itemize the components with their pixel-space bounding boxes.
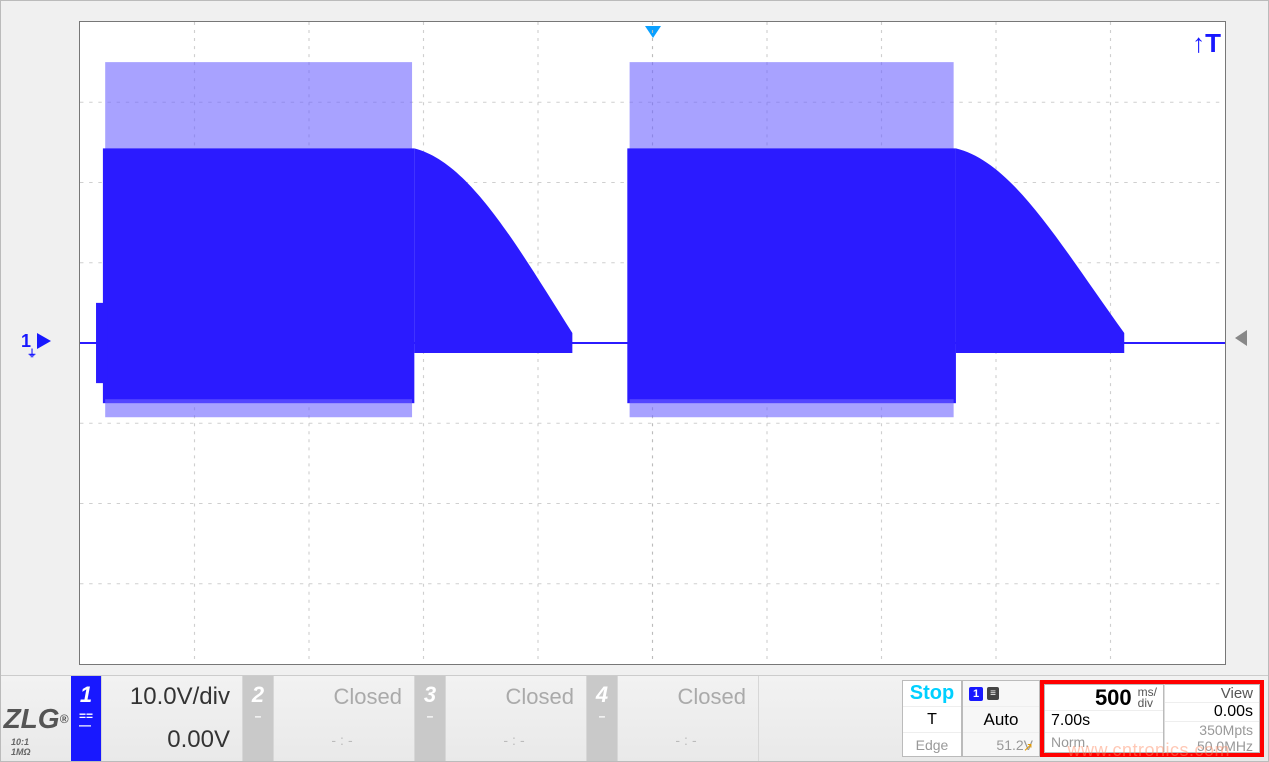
ch1-vdiv[interactable]: 10.0V/div <box>102 676 242 719</box>
decay2 <box>956 148 1124 353</box>
burst1-precursor <box>96 303 107 383</box>
ch4-settings[interactable]: Closed -:- <box>617 676 759 761</box>
run-state-box[interactable]: Stop T Edge <box>902 680 962 757</box>
trig-ch-chip: 1 <box>969 687 983 701</box>
timebase-unit: ms/div <box>1138 687 1157 709</box>
brand-logo: ZLG® 10:1 1MΩ <box>1 676 71 761</box>
sample-rate: 50.0MHz <box>1165 738 1259 754</box>
acquisition-panel: Stop T Edge 1 ≡ Auto 51.2V ↗ 500 ms/div <box>902 676 1268 761</box>
ch4-number: 4 <box>596 682 608 708</box>
ch3-dash-icon: – <box>427 712 434 721</box>
burst2-fringe <box>630 62 954 150</box>
trigger-level-marker-icon[interactable] <box>1235 330 1247 346</box>
burst1-fringe <box>105 62 412 150</box>
view-label: View <box>1165 685 1259 702</box>
ch3-settings[interactable]: Closed -:- <box>445 676 587 761</box>
burst1-body <box>103 148 414 403</box>
trig-src-label: T <box>903 706 961 732</box>
record-length: 7.00s <box>1045 710 1163 732</box>
ch2-status: Closed <box>274 676 414 719</box>
ch4-badge[interactable]: 4 – <box>587 676 617 761</box>
burst2-body <box>627 148 956 403</box>
view-delay: 0.00s <box>1165 702 1259 721</box>
highlight-annotation: 500 ms/div 7.00s Norm. View 0.00s 350Mpt… <box>1040 680 1264 757</box>
mem-depth: 350Mpts <box>1165 721 1259 738</box>
ch1-offset[interactable]: 0.00V <box>102 719 242 762</box>
timebase-rate: 500 <box>1095 685 1134 711</box>
trigger-mode-box[interactable]: 1 ≡ Auto 51.2V ↗ <box>962 680 1040 757</box>
trig-ch-chips: 1 ≡ <box>963 681 1039 706</box>
ch1-number: 1 <box>80 682 92 708</box>
ch4-status: Closed <box>618 676 758 719</box>
timebase-box[interactable]: 500 ms/div 7.00s Norm. <box>1044 684 1164 753</box>
ch2-dash-icon: – <box>255 712 262 721</box>
ch2-settings[interactable]: Closed -:- <box>273 676 415 761</box>
ch3-number: 3 <box>424 682 436 708</box>
ch3-status: Closed <box>446 676 586 719</box>
decay1 <box>414 148 572 353</box>
edge-rise-icon: ↗ <box>1023 740 1033 754</box>
trig-mode: Auto <box>963 706 1039 732</box>
probe-ratio-label: 10:1 1MΩ <box>11 737 31 757</box>
ch1-badge[interactable]: 1 ==— <box>71 676 101 761</box>
ch2-number: 2 <box>252 682 264 708</box>
ground-icon: ⏚ <box>27 345 37 360</box>
run-state: Stop <box>903 681 961 706</box>
ch2-badge[interactable]: 2 – <box>243 676 273 761</box>
ch1-arrow-icon <box>37 333 51 349</box>
ch2-dash: -:- <box>274 719 414 762</box>
ch4-dash: -:- <box>618 719 758 762</box>
ch1-ground-marker[interactable]: 1 ⏚ <box>21 331 51 352</box>
burst1-low-fringe <box>105 399 412 417</box>
acq-mode: Norm. <box>1045 732 1163 752</box>
scope-grid[interactable]: ↑T <box>79 21 1226 665</box>
scope-svg <box>80 22 1225 664</box>
ch1-settings[interactable]: 10.0V/div 0.00V <box>101 676 243 761</box>
ch4-dash-icon: – <box>599 712 606 721</box>
trig-type: Edge <box>903 732 961 756</box>
view-box[interactable]: View 0.00s 350Mpts 50.0MHz <box>1164 684 1260 753</box>
scope-plot-area: ↑T <box>13 9 1236 675</box>
ch3-dash: -:- <box>446 719 586 762</box>
burst2-low-fringe <box>630 399 954 417</box>
coupling-chip-icon: ≡ <box>987 687 999 700</box>
status-bar: ZLG® 10:1 1MΩ 1 ==— 10.0V/div 0.00V 2 – … <box>1 675 1268 761</box>
ch3-badge[interactable]: 3 – <box>415 676 445 761</box>
coupling-dc-icon: ==— <box>79 712 93 730</box>
